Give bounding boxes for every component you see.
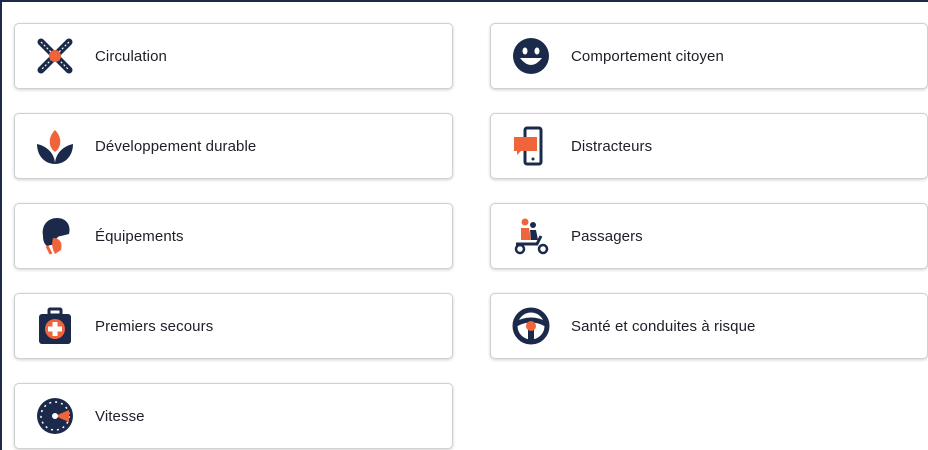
category-label: Circulation <box>95 47 167 65</box>
category-label: Développement durable <box>95 137 257 155</box>
category-card-passagers[interactable]: Passagers <box>490 203 928 269</box>
smiley-icon <box>509 34 553 78</box>
category-card-comportement-citoyen[interactable]: Comportement citoyen <box>490 23 928 89</box>
leaves-icon <box>33 124 77 168</box>
category-label: Vitesse <box>95 407 145 425</box>
scooter-passengers-icon <box>509 214 553 258</box>
category-card-distracteurs[interactable]: Distracteurs <box>490 113 928 179</box>
category-card-vitesse[interactable]: Vitesse <box>14 383 453 449</box>
speedometer-icon <box>33 394 77 438</box>
smartphone-icon <box>509 124 553 168</box>
category-label: Premiers secours <box>95 317 214 335</box>
category-label: Passagers <box>571 227 643 245</box>
category-grid: Circulation Comportement citoyen Dévelop… <box>0 0 928 450</box>
category-label: Santé et conduites à risque <box>571 317 756 335</box>
crossroads-icon <box>33 34 77 78</box>
category-card-equipements[interactable]: Équipements <box>14 203 453 269</box>
steering-wheel-icon <box>509 304 553 348</box>
category-card-developpement-durable[interactable]: Développement durable <box>14 113 453 179</box>
first-aid-kit-icon <box>33 304 77 348</box>
category-card-premiers-secours[interactable]: Premiers secours <box>14 293 453 359</box>
category-label: Équipements <box>95 227 184 245</box>
helmet-icon <box>33 214 77 258</box>
category-label: Comportement citoyen <box>571 47 724 65</box>
category-card-sante-conduites-risque[interactable]: Santé et conduites à risque <box>490 293 928 359</box>
category-card-circulation[interactable]: Circulation <box>14 23 453 89</box>
category-label: Distracteurs <box>571 137 653 155</box>
